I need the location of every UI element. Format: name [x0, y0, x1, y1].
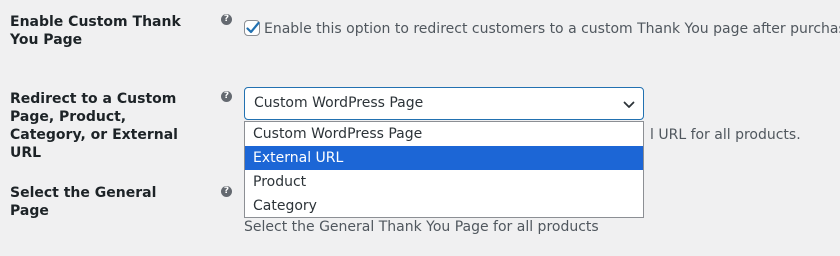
redirect-label: Redirect to a Custom Page, Product, Cate…	[10, 91, 178, 161]
help-icon[interactable]: ?	[221, 14, 232, 25]
help-icon[interactable]: ?	[221, 186, 232, 197]
checkmark-icon	[246, 21, 260, 34]
general-page-label: Select the General Page	[10, 185, 157, 219]
redirect-type-select[interactable]: Custom WordPress Page	[244, 87, 644, 120]
general-page-description: Select the General Thank You Page for al…	[244, 219, 599, 235]
option-product[interactable]: Product	[245, 170, 643, 194]
help-icon[interactable]: ?	[221, 91, 232, 102]
enable-thankyou-label: Enable Custom Thank You Page	[10, 14, 181, 48]
option-external-url[interactable]: External URL	[245, 146, 643, 170]
redirect-description: l URL for all products.	[650, 127, 801, 143]
option-custom-wordpress-page[interactable]: Custom WordPress Page	[245, 122, 643, 146]
redirect-type-value: Custom WordPress Page	[254, 95, 424, 111]
redirect-type-dropdown: Custom WordPress Page External URL Produ…	[244, 121, 644, 218]
chevron-down-icon	[623, 101, 635, 108]
enable-thankyou-checkbox[interactable]	[244, 20, 260, 36]
enable-thankyou-description: Enable this option to redirect customers…	[264, 21, 840, 37]
option-category[interactable]: Category	[245, 194, 643, 218]
